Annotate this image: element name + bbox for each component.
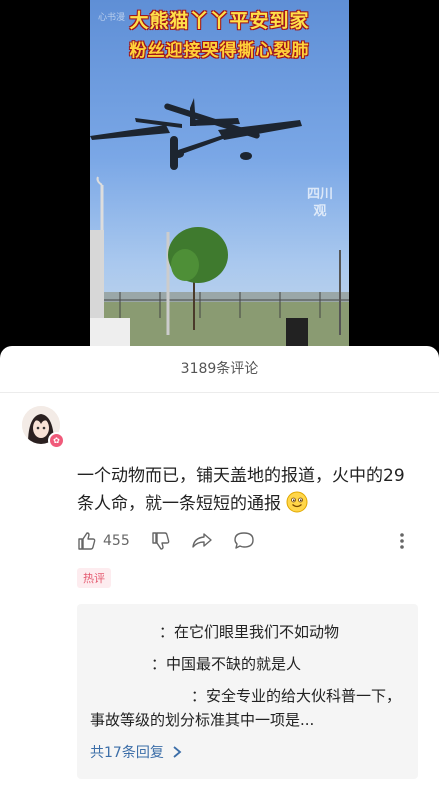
- smile-emoji-icon: [286, 491, 308, 513]
- video-frame[interactable]: 心书漫 大熊猫丫丫平安到家 粉丝迎接哭得撕心裂肺 四川 观: [90, 0, 349, 350]
- reply-button[interactable]: [233, 530, 255, 552]
- share-button[interactable]: [191, 530, 213, 552]
- replies-box[interactable]: ：在它们眼里我们不如动物 ：中国最不缺的就是人 ：安全专业的给大伙科普一下，事故…: [77, 604, 418, 779]
- video-caption-line1: 大熊猫丫丫平安到家: [129, 10, 310, 32]
- share-icon: [192, 533, 212, 548]
- chevron-right-icon: [173, 746, 182, 758]
- video-caption-line2: 粉丝迎接哭得撕心裂肺: [129, 41, 310, 61]
- channel-logo: 四川 观: [306, 187, 333, 219]
- comments-panel: 3189条评论 ✿ 一个动物而已，铺天盖地的报道，火中的29条人命，就一条短短的…: [0, 346, 439, 800]
- dislike-button[interactable]: [151, 530, 171, 552]
- comment-count: 3189条评论: [180, 361, 259, 377]
- reply-item[interactable]: ：安全专业的给大伙科普一下，事故等级的划分标准其中一项是...: [90, 684, 408, 732]
- comment-actions: 455: [77, 530, 417, 552]
- thumbs-up-icon: [78, 532, 96, 550]
- like-button[interactable]: 455: [77, 530, 130, 552]
- video-player[interactable]: 心书漫 大熊猫丫丫平安到家 粉丝迎接哭得撕心裂肺 四川 观: [0, 0, 439, 350]
- divider: [0, 392, 439, 393]
- verified-badge-icon: ✿: [48, 432, 65, 449]
- more-options-button[interactable]: [399, 530, 405, 552]
- thumbs-down-icon: [152, 532, 170, 550]
- hot-comment-badge: 热评: [77, 568, 111, 588]
- reply-item[interactable]: ：在它们眼里我们不如动物: [159, 620, 339, 644]
- comment-text: 一个动物而已，铺天盖地的报道，火中的29条人命，就一条短短的通报: [77, 466, 405, 514]
- more-vertical-icon: [400, 533, 404, 549]
- comment-bubble-icon: [234, 532, 254, 549]
- reply-item[interactable]: ：中国最不缺的就是人: [151, 652, 301, 676]
- more-replies-link[interactable]: 共17条回复: [90, 742, 184, 762]
- like-count: 455: [103, 533, 130, 549]
